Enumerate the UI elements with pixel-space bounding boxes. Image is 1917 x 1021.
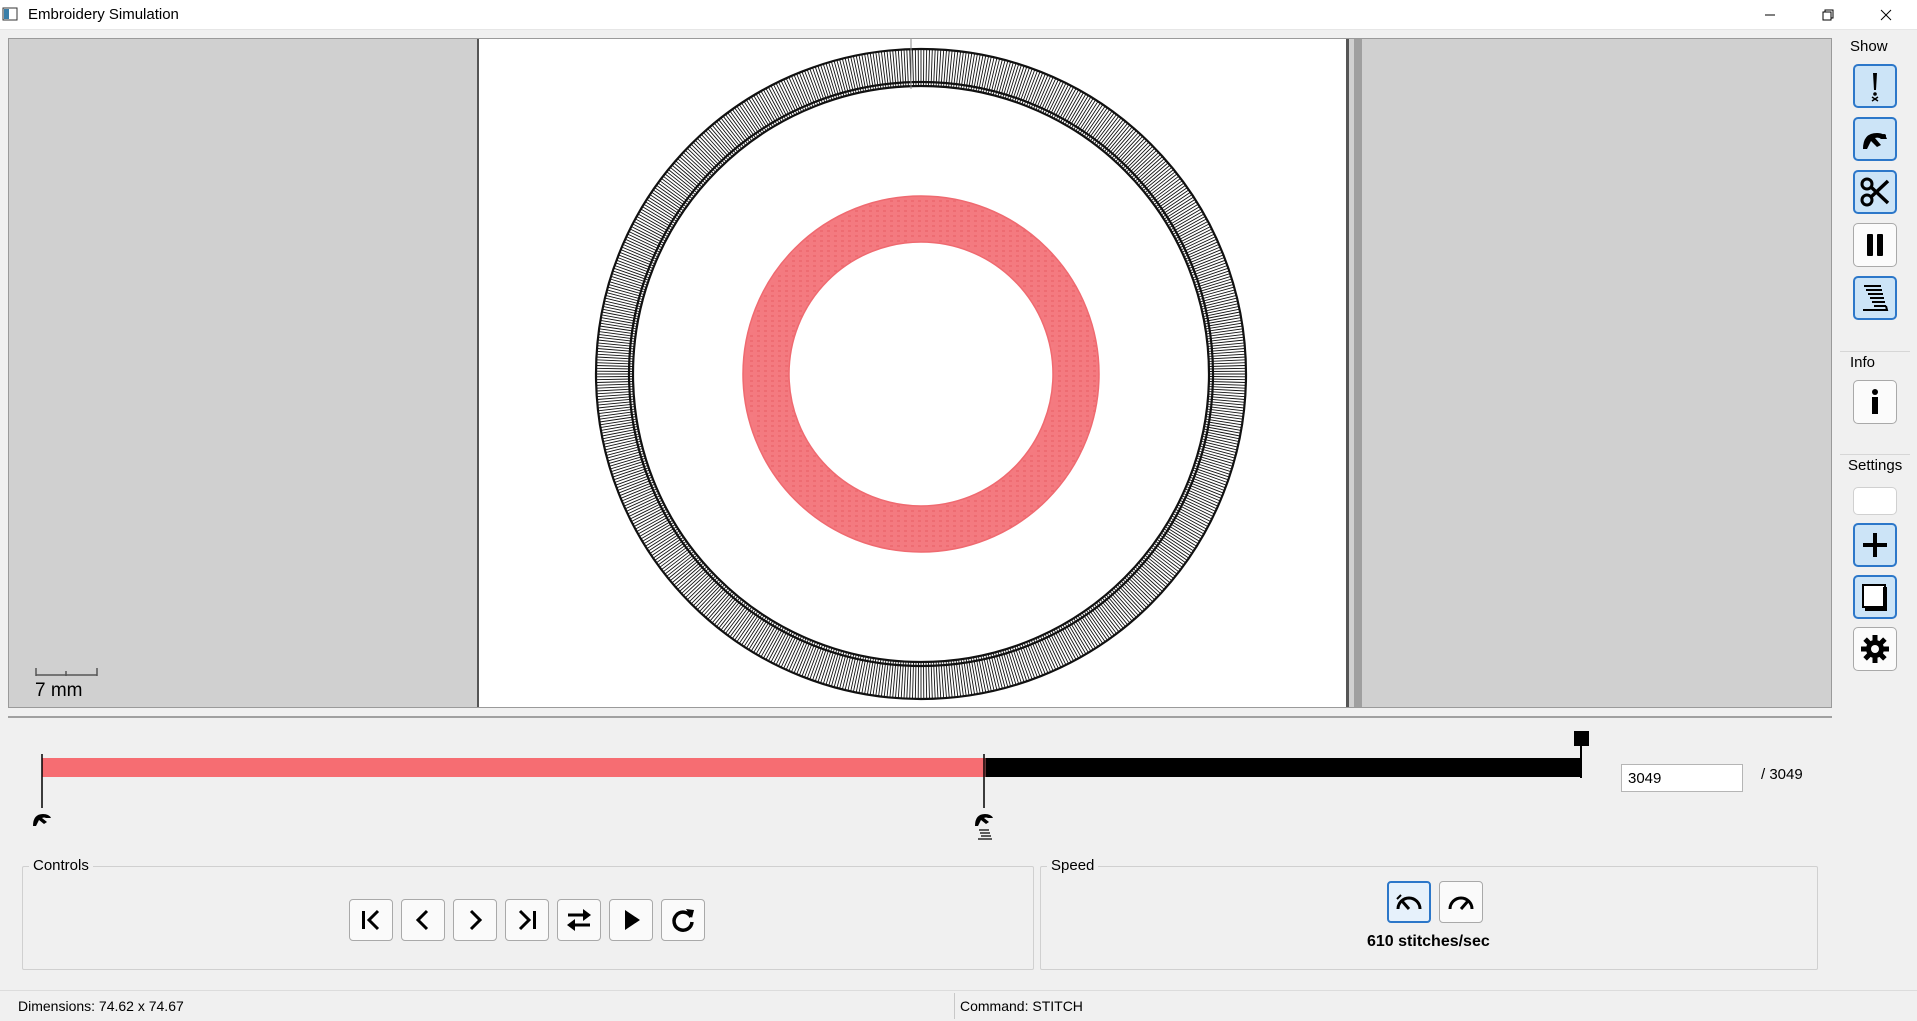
info-button[interactable]: [1853, 380, 1897, 424]
stitch-timeline[interactable]: / 3049: [8, 718, 1832, 848]
toggle-crosshair-button[interactable]: [1853, 523, 1897, 567]
thread-lines-icon: [1863, 285, 1889, 311]
embroidery-design: [594, 39, 1248, 701]
settings-group: Settings: [1840, 454, 1910, 705]
speed-group: Speed 610 stitches/sec: [1040, 857, 1818, 970]
toggle-trims-button[interactable]: [1853, 170, 1897, 214]
scale-bar: [35, 668, 98, 676]
crosshair-plus-icon: [1863, 533, 1887, 557]
command-status: Command: STITCH: [960, 998, 1083, 1014]
timeline-color-segment: [42, 758, 986, 777]
last-icon: [518, 909, 536, 931]
page-icon: [1862, 584, 1887, 611]
speed-value: 610 stitches/sec: [1367, 933, 1490, 950]
controls-label: Controls: [29, 857, 93, 874]
next-stitch-button[interactable]: [453, 899, 497, 941]
settings-button[interactable]: [1853, 627, 1897, 671]
toggle-stops-button[interactable]: [1853, 117, 1897, 161]
timeline-color-segment: [985, 758, 1581, 777]
show-group: Show: [1840, 38, 1910, 348]
needle-foot-icon: [1863, 133, 1887, 149]
pause-icon: [1867, 234, 1883, 256]
close-icon: [1880, 9, 1892, 20]
slow-down-button[interactable]: [1387, 881, 1431, 923]
outer-satin-ring: [594, 39, 1248, 701]
restart-button[interactable]: [661, 899, 705, 941]
needle-foot-icon: [975, 814, 993, 826]
next-icon: [469, 909, 483, 931]
total-stitches-label: / 3049: [1761, 766, 1803, 783]
first-icon: [362, 909, 380, 931]
info-group: Info: [1840, 351, 1910, 452]
toggle-color-change-button[interactable]: [1853, 276, 1897, 320]
gauge-fast-icon: [1448, 896, 1474, 910]
status-separator: [954, 993, 955, 1019]
speed-up-button[interactable]: [1439, 881, 1483, 923]
minimize-button[interactable]: [1741, 0, 1799, 29]
restart-icon: [672, 909, 694, 932]
inner-fill-ring: [742, 195, 1100, 553]
bottom-panel: / 3049 Controls: [8, 716, 1832, 984]
prev-icon: [415, 909, 429, 931]
simulation-canvas[interactable]: 7 mm: [8, 38, 1832, 708]
window-title: Embroidery Simulation: [28, 6, 179, 23]
page-shadow: [1354, 39, 1362, 707]
timeline-bar[interactable]: [8, 718, 1608, 848]
settings-label: Settings: [1848, 457, 1903, 474]
title-bar: Embroidery Simulation: [0, 0, 1917, 30]
toggle-jumps-button[interactable]: [1853, 64, 1897, 108]
close-button[interactable]: [1857, 0, 1915, 29]
play-icon: [625, 910, 640, 930]
previous-stitch-button[interactable]: [401, 899, 445, 941]
first-stitch-button[interactable]: [349, 899, 393, 941]
toggle-page-button[interactable]: [1853, 575, 1897, 619]
restore-icon: [1822, 9, 1834, 20]
info-icon: [1872, 389, 1878, 414]
settings-blank-button[interactable]: [1853, 487, 1897, 515]
play-button[interactable]: [609, 899, 653, 941]
current-stitch-input[interactable]: [1621, 764, 1743, 792]
thread-lines-icon: [978, 829, 992, 840]
scissors-icon: [1860, 177, 1890, 207]
minimize-icon: [1765, 14, 1775, 15]
info-label: Info: [1850, 354, 1876, 371]
design-page: [477, 39, 1349, 707]
controls-group: Controls: [22, 857, 1034, 970]
swap-direction-button[interactable]: [557, 899, 601, 941]
restore-button[interactable]: [1799, 0, 1857, 29]
app-icon: [2, 7, 18, 21]
gear-icon: [1861, 635, 1889, 663]
speed-label: Speed: [1047, 857, 1099, 874]
needle-foot-icon: [33, 814, 51, 826]
last-stitch-button[interactable]: [505, 899, 549, 941]
scale-label: 7 mm: [35, 680, 83, 701]
toggle-stop-button[interactable]: [1853, 223, 1897, 267]
gauge-slow-icon: [1396, 894, 1422, 910]
show-label: Show: [1850, 38, 1888, 55]
jump-stitch-icon: [1871, 73, 1879, 102]
swap-direction-icon: [567, 909, 591, 931]
status-bar: Dimensions: 74.62 x 74.67 Command: STITC…: [0, 990, 1917, 1021]
dimensions-status: Dimensions: 74.62 x 74.67: [18, 998, 184, 1014]
